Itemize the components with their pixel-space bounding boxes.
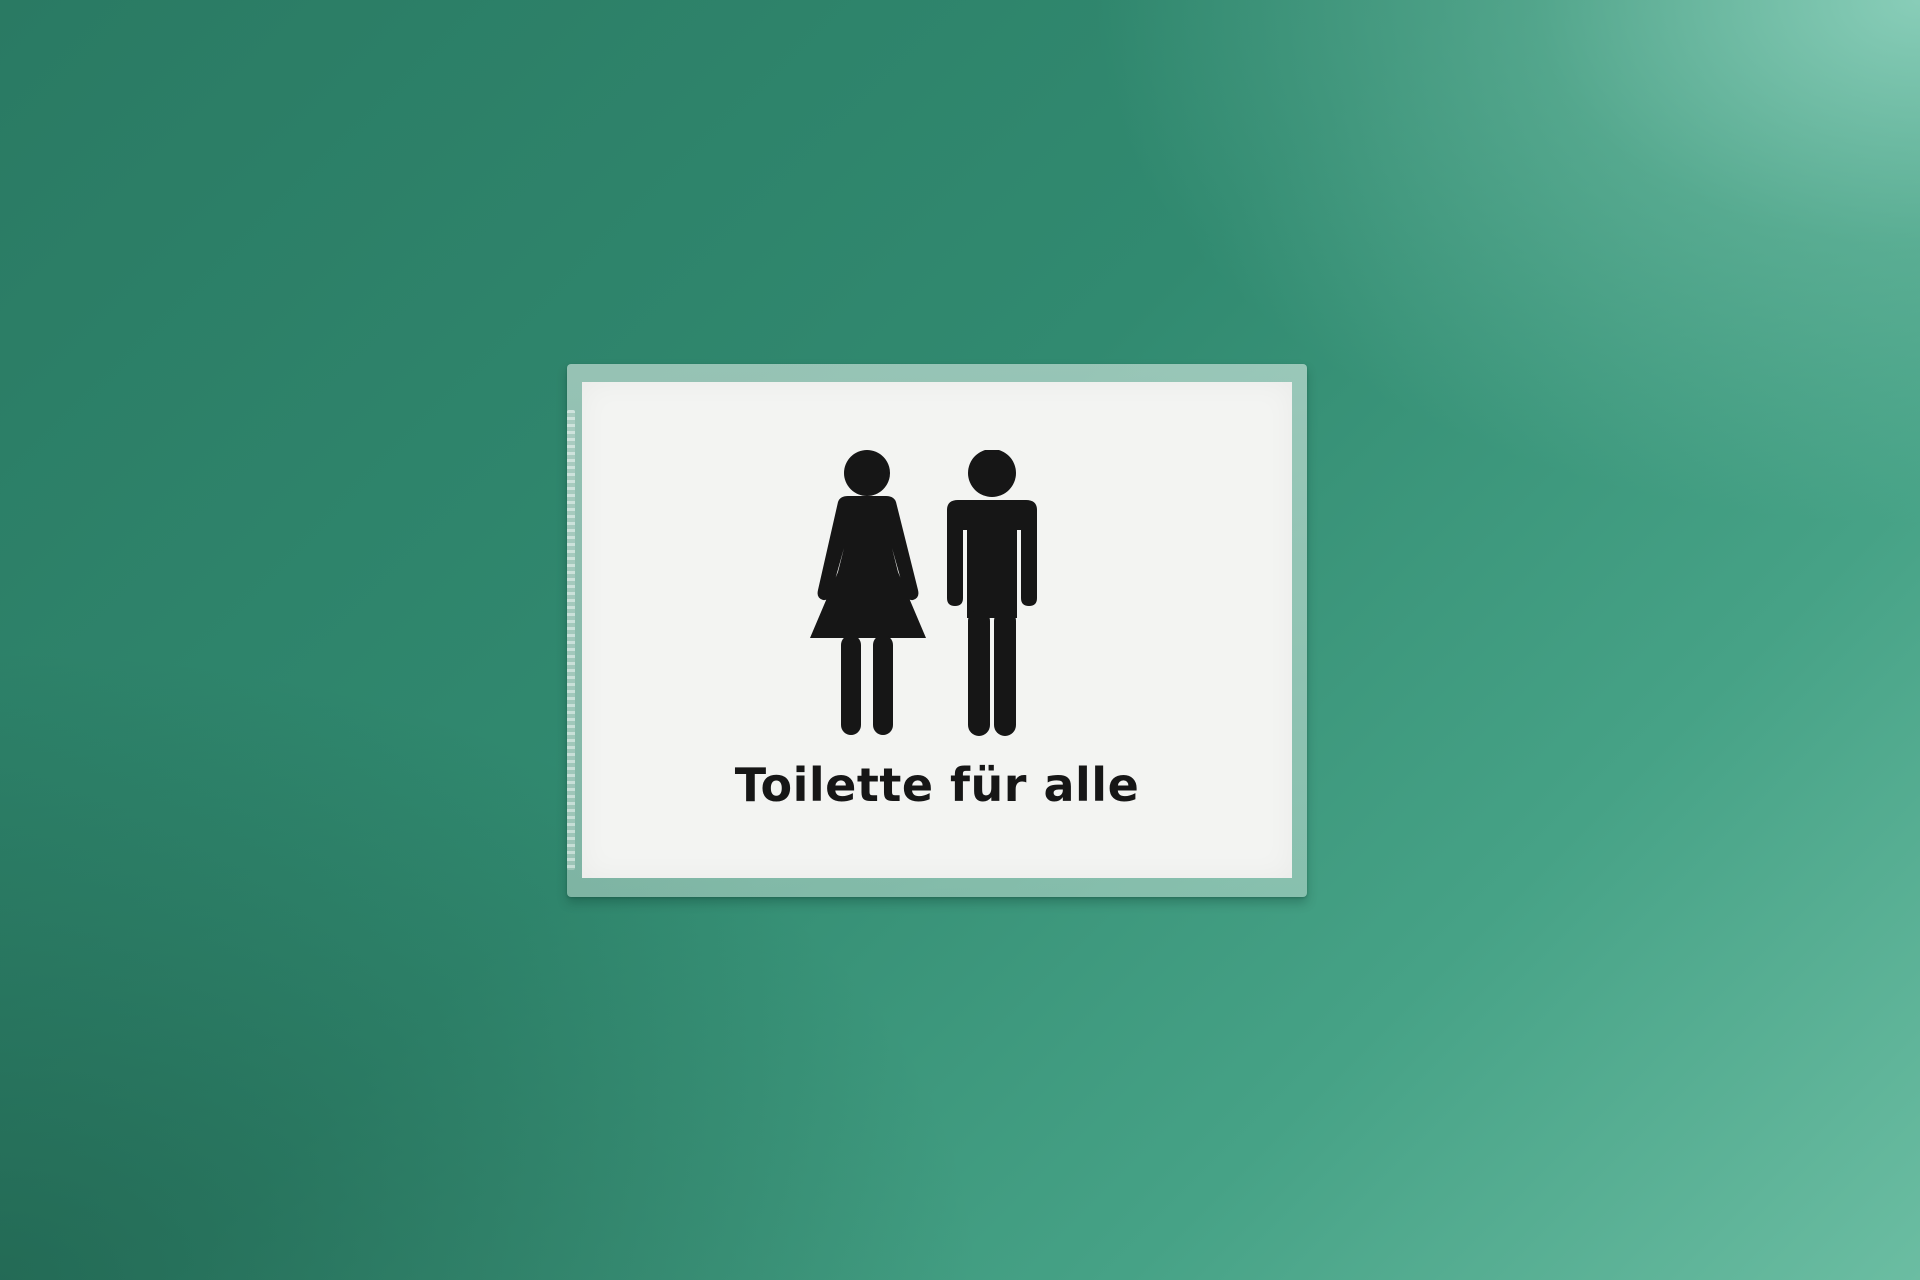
sign-caption: Toilette für alle: [734, 758, 1140, 812]
sleeve-perforated-edge: [567, 410, 575, 870]
woman-icon: [810, 450, 926, 735]
man-icon: [947, 450, 1037, 736]
restroom-pictogram: [810, 450, 1037, 736]
